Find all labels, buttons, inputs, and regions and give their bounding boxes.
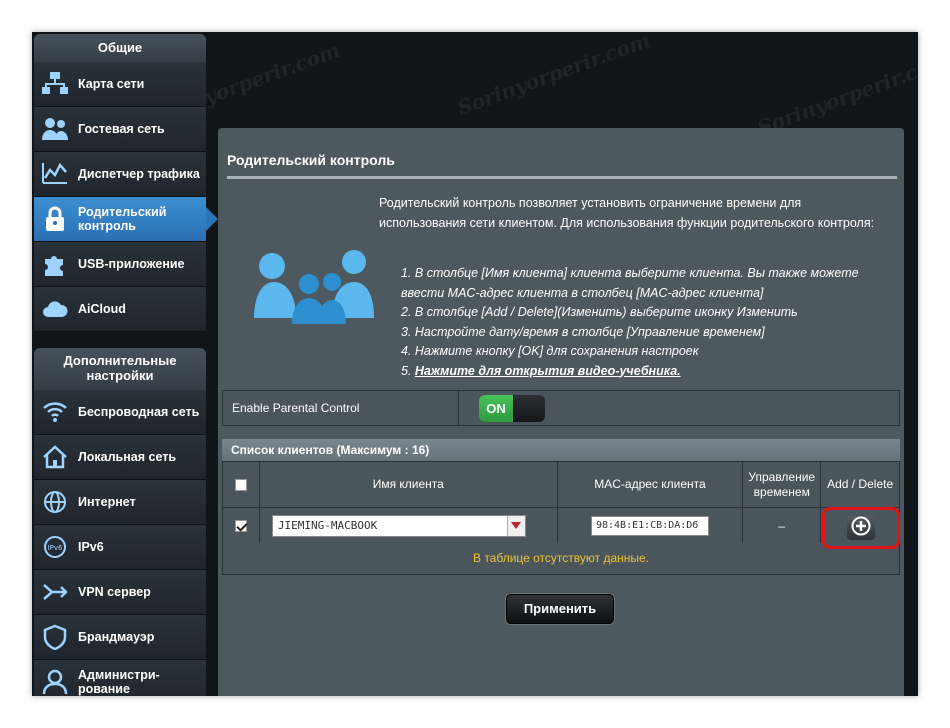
sidebar-item-internet[interactable]: Интернет (34, 480, 206, 525)
enable-parental-control-toggle[interactable]: ON (479, 395, 545, 422)
traffic-manager-icon (40, 159, 70, 189)
title-divider (227, 176, 897, 179)
sidebar-item-wireless[interactable]: Беспроводная сеть (34, 390, 206, 435)
router-admin-frame: Sorinyorperir.com Sorinyorperir.com Sori… (32, 32, 918, 696)
sidebar-item-guest-network[interactable]: Гостевая сеть (34, 107, 206, 152)
network-map-icon (40, 69, 70, 99)
client-name-value: JIEMING-MACBOOK (277, 518, 378, 532)
step-item: 4. Нажмите кнопку [OK] для сохранения на… (401, 344, 699, 358)
enable-parental-control-label: Enable Parental Control (223, 391, 459, 425)
sidebar-item-usb-app[interactable]: USB-приложение (34, 242, 206, 287)
sidebar-item-label: Локальная сеть (78, 450, 177, 464)
sidebar-item-label: VPN сервер (78, 585, 151, 599)
row-select-cell (222, 507, 260, 544)
sidebar-item-vpn[interactable]: VPN сервер (34, 570, 206, 615)
row-checkbox[interactable] (234, 520, 247, 533)
sidebar-item-lan[interactable]: Локальная сеть (34, 435, 206, 480)
time-management-value: – (742, 507, 822, 544)
client-list-table: Имя клиента MAC-адрес клиента Управление… (222, 461, 900, 544)
toggle-on-label: ON (479, 395, 513, 422)
step-item: 2. В столбце [Add / Delete](Изменить) вы… (401, 305, 798, 319)
step-item: 3. Настройте дату/время в столбце [Управ… (401, 324, 765, 339)
step-item: 5. Нажмите для открытия видео-учебника. (401, 362, 881, 382)
sidebar-advanced-title: Дополнительные настройки (34, 348, 206, 390)
client-list-title: Список клиентов (Максимум : 16) (222, 439, 900, 461)
sidebar-item-label: Беспроводная сеть (78, 405, 200, 419)
plus-circle-icon (851, 516, 871, 541)
sidebar-item-label: Интернет (78, 495, 136, 509)
step-number: 5. (401, 363, 415, 378)
description-text: Родительский контроль позволяет установи… (379, 196, 875, 230)
sidebar-item-traffic-manager[interactable]: Диспетчер трафика (34, 152, 206, 197)
select-all-checkbox[interactable] (234, 478, 247, 491)
firewall-shield-icon (40, 622, 70, 652)
instruction-steps: 1. В столбце [Имя клиента] клиента выбер… (401, 264, 881, 381)
sidebar-item-label: IPv6 (78, 540, 104, 554)
sidebar-item-label: Брандмауэр (78, 630, 155, 644)
sidebar-general: Общие Карта сети Гостевая сеть Диспетчер… (34, 34, 218, 332)
column-client-name: Имя клиента (258, 461, 558, 508)
select-all-cell (222, 461, 260, 508)
sidebar-advanced: Дополнительные настройки Беспроводная се… (34, 348, 206, 696)
watermark: Sorinyorperir.com (754, 47, 918, 141)
sidebar-item-parental-control[interactable]: Родительский контроль (34, 197, 218, 242)
admin-user-icon (40, 667, 70, 696)
sidebar-item-label: Диспетчер трафика (78, 167, 200, 181)
sidebar-item-label: Карта сети (78, 77, 145, 91)
apply-button[interactable]: Применить (506, 594, 614, 624)
toggle-knob (513, 395, 545, 422)
column-mac: MAC-адрес клиента (556, 461, 744, 508)
svg-text:IPv6: IPv6 (48, 544, 63, 552)
video-tutorial-link[interactable]: Нажмите для открытия видео-учебника. (415, 364, 681, 378)
add-button-highlight (822, 507, 900, 549)
mac-address-input[interactable]: 98:4B:E1:CB:DA:D6 (590, 515, 709, 536)
guest-network-icon (40, 114, 70, 144)
enable-parental-control-row: Enable Parental Control ON (222, 390, 900, 426)
lan-home-icon (40, 442, 70, 472)
wireless-icon (40, 397, 70, 427)
column-time-management: Управление временем (742, 461, 822, 508)
parental-control-icon (40, 204, 70, 234)
column-add-delete: Add / Delete (820, 461, 900, 508)
table-row: JIEMING-MACBOOK 98:4B:E1:CB:DA:D6 – (222, 507, 900, 544)
sidebar-item-firewall[interactable]: Брандмауэр (34, 615, 206, 660)
sidebar-item-aicloud[interactable]: AiCloud (34, 287, 206, 332)
no-data-message: В таблице отсутствуют данные. (222, 543, 900, 575)
vpn-icon (40, 577, 70, 607)
sidebar-general-title: Общие (34, 34, 206, 62)
sidebar-item-ipv6[interactable]: IPv6 IPv6 (34, 525, 206, 570)
globe-icon (40, 487, 70, 517)
sidebar-item-network-map[interactable]: Карта сети (34, 62, 206, 107)
parental-control-panel: Родительский контроль Родительский контр… (218, 128, 904, 696)
sidebar-item-administration[interactable]: Администри-рование (34, 660, 206, 696)
page-title: Родительский контроль (227, 152, 395, 168)
mac-cell: 98:4B:E1:CB:DA:D6 (556, 507, 744, 544)
sidebar-item-label: Администри-рование (78, 668, 160, 696)
table-header-row: Имя клиента MAC-адрес клиента Управление… (222, 461, 900, 508)
watermark: Sorinyorperir.com (454, 32, 654, 121)
cloud-icon (40, 294, 70, 324)
ipv6-icon: IPv6 (40, 532, 70, 562)
family-illustration-icon (254, 248, 374, 333)
sidebar-item-label: USB-приложение (78, 257, 185, 271)
dropdown-arrow-icon (506, 515, 525, 536)
step-item: 1. В столбце [Имя клиента] клиента выбер… (401, 266, 859, 300)
usb-puzzle-icon (40, 249, 70, 279)
client-name-select[interactable]: JIEMING-MACBOOK (271, 514, 526, 537)
sidebar-item-label: AiCloud (78, 302, 126, 316)
sidebar-item-label: Родительский контроль (78, 205, 167, 233)
add-client-button[interactable] (847, 516, 875, 540)
client-name-cell: JIEMING-MACBOOK (258, 507, 558, 544)
sidebar-item-label: Гостевая сеть (78, 122, 165, 136)
